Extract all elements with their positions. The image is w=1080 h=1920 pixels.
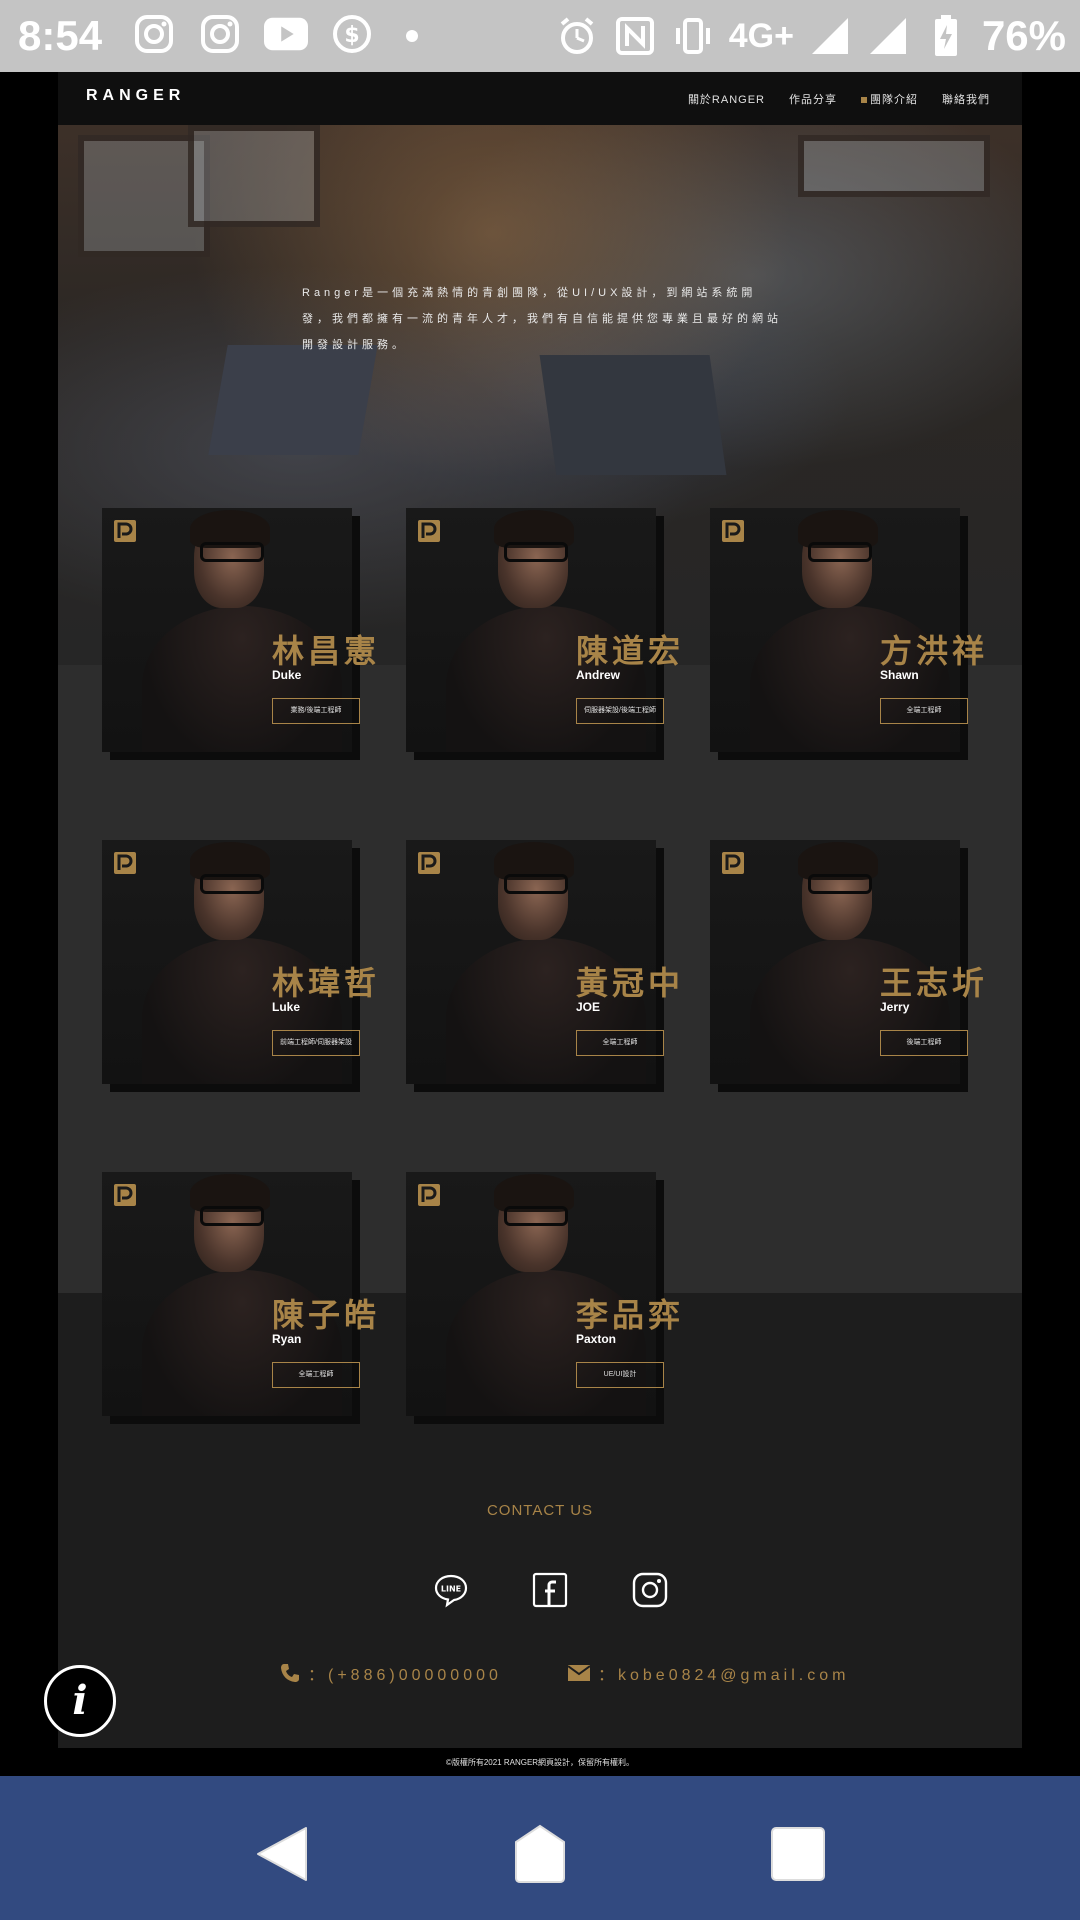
- background-laptop: [539, 355, 727, 475]
- member-role: 伺服器架設/後端工程師: [576, 698, 664, 724]
- status-time: 8:54: [18, 12, 103, 59]
- member-name-en: Paxton: [576, 1332, 617, 1346]
- member-name-cn: 陳道宏: [576, 633, 685, 669]
- instagram-icon[interactable]: [632, 1572, 668, 1608]
- team-card[interactable]: 李品弈 Paxton UE/UI設計: [406, 1172, 680, 1424]
- member-role: 業務/後端工程師: [272, 698, 360, 724]
- member-name-en: Jerry: [880, 1000, 910, 1014]
- home-icon[interactable]: [510, 1824, 570, 1884]
- member-name-cn: 林昌憲: [272, 633, 381, 669]
- member-role: UE/UI設計: [576, 1362, 664, 1388]
- instagram-notification-icon: [132, 12, 176, 56]
- team-card[interactable]: 林昌憲 Duke 業務/後端工程師: [102, 508, 376, 760]
- svg-text:$: $: [344, 23, 359, 48]
- team-card[interactable]: 陳道宏 Andrew 伺服器架設/後端工程師: [406, 508, 680, 760]
- alarm-icon: [555, 14, 599, 58]
- email-address[interactable]: ：kobe0824@gmail.com: [598, 1661, 849, 1685]
- facebook-icon[interactable]: [532, 1572, 568, 1608]
- android-nav-bar: [0, 1776, 1080, 1920]
- instagram-notification-icon: [198, 12, 242, 56]
- ranger-badge-icon: [114, 1184, 136, 1206]
- site-header: RANGER 關於RANGER 作品分享 團隊介紹 聯絡我們: [58, 72, 1022, 125]
- ranger-badge-icon: [418, 852, 440, 874]
- member-name-cn: 陳子皓: [272, 1297, 381, 1333]
- member-role: 後端工程師: [880, 1030, 968, 1056]
- recents-icon[interactable]: [768, 1824, 828, 1884]
- copyright-text: ©版權所有2021 RANGER網頁設計，保留所有權利。: [445, 1758, 635, 1767]
- member-name-en: Luke: [272, 1000, 301, 1014]
- phone-icon: [281, 1664, 299, 1682]
- phone-number[interactable]: ：(+886)00000000: [308, 1661, 502, 1685]
- nav-contact[interactable]: 聯絡我們: [942, 91, 990, 107]
- member-name-cn: 李品弈: [576, 1297, 685, 1333]
- member-name-cn: 王志圻: [880, 965, 989, 1001]
- phone-contact: ：(+886)00000000: [280, 1661, 502, 1685]
- back-icon[interactable]: [252, 1824, 312, 1884]
- ranger-badge-icon: [418, 1184, 440, 1206]
- status-bar: 8:54 $ 4G+ 76%: [0, 0, 1080, 72]
- member-name-cn: 林瑋哲: [272, 965, 381, 1001]
- vibrate-icon: [671, 14, 715, 58]
- member-role: 全端工程師: [272, 1362, 360, 1388]
- team-card[interactable]: 黃冠中 JOE 全端工程師: [406, 840, 680, 1092]
- member-name-en: Andrew: [576, 668, 621, 682]
- site-logo[interactable]: RANGER: [86, 87, 185, 105]
- ranger-badge-icon: [722, 852, 744, 874]
- hero-description: Ranger是一個充滿熱情的青創團隊，從UI/UX設計，到網站系統開發，我們都擁…: [302, 287, 782, 351]
- nfc-icon: [613, 14, 657, 58]
- youtube-notification-icon: [264, 12, 308, 56]
- battery-charging-icon: [924, 14, 968, 58]
- team-card[interactable]: 陳子皓 Ryan 全端工程師: [102, 1172, 376, 1424]
- background-window: [188, 125, 320, 227]
- member-role: 前端工程師/伺服器架設: [272, 1030, 360, 1056]
- signal-icon: [808, 14, 852, 58]
- member-name-cn: 黃冠中: [576, 965, 685, 1001]
- battery-percentage: 76%: [981, 12, 1066, 59]
- email-contact: ：kobe0824@gmail.com: [568, 1661, 849, 1685]
- nav-team[interactable]: 團隊介紹: [861, 91, 918, 107]
- nav-works[interactable]: 作品分享: [789, 91, 837, 107]
- background-laptop: [208, 345, 378, 455]
- website: RANGER 關於RANGER 作品分享 團隊介紹 聯絡我們 Ranger是一個…: [58, 72, 1022, 1748]
- ranger-badge-icon: [114, 852, 136, 874]
- team-card[interactable]: 林瑋哲 Luke 前端工程師/伺服器架設: [102, 840, 376, 1092]
- mail-icon: [568, 1665, 590, 1681]
- ranger-badge-icon: [722, 520, 744, 542]
- site-nav: 關於RANGER 作品分享 團隊介紹 聯絡我們: [688, 91, 990, 107]
- network-type: 4G+: [728, 16, 794, 55]
- money-app-notification-icon: $: [330, 12, 374, 56]
- info-button[interactable]: i: [44, 1665, 116, 1737]
- more-notifications-dot: [406, 30, 418, 42]
- svg-text:LINE: LINE: [441, 1585, 461, 1594]
- team-card[interactable]: 王志圻 Jerry 後端工程師: [710, 840, 984, 1092]
- signal-icon: [866, 14, 910, 58]
- member-name-en: JOE: [576, 1000, 601, 1014]
- ranger-badge-icon: [418, 520, 440, 542]
- contact-title: CONTACT US: [486, 1502, 594, 1519]
- background-window: [798, 135, 990, 197]
- nav-about[interactable]: 關於RANGER: [688, 91, 765, 107]
- member-role: 全端工程師: [576, 1030, 664, 1056]
- team-card[interactable]: 方洪祥 Shawn 全端工程師: [710, 508, 984, 760]
- ranger-badge-icon: [114, 520, 136, 542]
- member-name-en: Shawn: [880, 668, 919, 682]
- member-name-en: Duke: [272, 668, 302, 682]
- member-name-cn: 方洪祥: [880, 633, 989, 669]
- line-icon[interactable]: LINE: [433, 1572, 469, 1608]
- member-role: 全端工程師: [880, 698, 968, 724]
- member-name-en: Ryan: [272, 1332, 302, 1346]
